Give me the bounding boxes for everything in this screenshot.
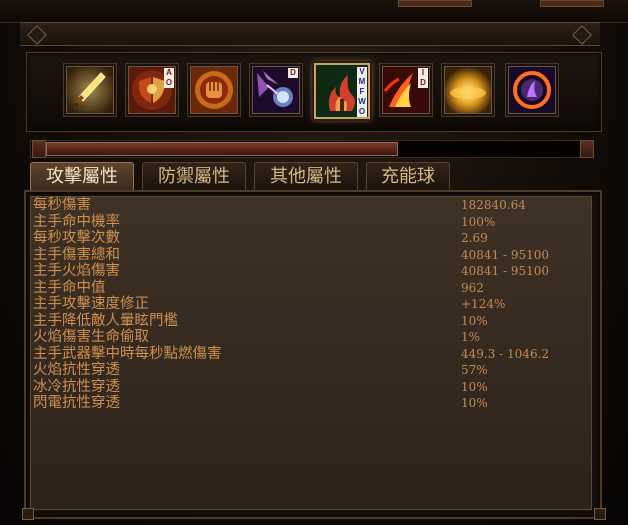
skill-slot-6[interactable]: I D bbox=[382, 66, 430, 114]
scroll-right-arrow-icon[interactable] bbox=[580, 140, 594, 158]
stat-row: 每秒傷害 182840.64 bbox=[33, 197, 583, 214]
stat-label: 主手火焰傷害 bbox=[33, 263, 120, 279]
stat-row: 主手武器擊中時每秒點燃傷害 449.3 - 1046.2 bbox=[33, 346, 583, 363]
skill-slot-3[interactable] bbox=[190, 66, 238, 114]
tab-offense[interactable]: 攻擊屬性 bbox=[30, 162, 134, 191]
skill-badge: F bbox=[357, 87, 367, 97]
window-top-edge bbox=[0, 0, 628, 23]
skill-badge: O bbox=[357, 107, 367, 117]
skill-badge: I bbox=[418, 68, 428, 78]
stat-row: 每秒攻擊次數 2.69 bbox=[33, 230, 583, 247]
skill-badge: O bbox=[164, 78, 174, 88]
stat-value: 10% bbox=[461, 396, 488, 410]
stat-value: 182840.64 bbox=[461, 198, 526, 212]
stat-label: 火焰傷害生命偷取 bbox=[33, 329, 149, 345]
stat-value: 100% bbox=[461, 214, 496, 229]
stat-value: 40841 - 95100 bbox=[461, 264, 550, 278]
stat-row: 主手命中機率 100% bbox=[33, 214, 583, 231]
sword-skill-icon bbox=[67, 67, 113, 113]
stat-label: 火焰抗性穿透 bbox=[33, 362, 120, 378]
scroll-left-arrow-icon[interactable] bbox=[32, 140, 46, 158]
stat-row: 火焰抗性穿透 57% bbox=[33, 362, 583, 379]
skill-badge: M bbox=[357, 77, 367, 87]
fist-skill-icon bbox=[191, 67, 237, 113]
stats-tab-bar: 攻擊屬性 防禦屬性 其他屬性 充能球 bbox=[30, 162, 590, 191]
stat-value: 40841 - 95100 bbox=[461, 247, 550, 262]
stat-row: 主手攻擊速度修正 +124% bbox=[33, 296, 583, 313]
top-button-left[interactable] bbox=[398, 0, 472, 7]
skill-scrollbar-thumb[interactable] bbox=[46, 142, 398, 156]
stat-label: 每秒攻擊次數 bbox=[33, 230, 120, 246]
stat-label: 每秒傷害 bbox=[33, 197, 91, 213]
stat-value: +124% bbox=[461, 297, 506, 311]
stat-row: 閃電抗性穿透 10% bbox=[33, 395, 583, 412]
skill-slot-1[interactable] bbox=[66, 66, 114, 114]
skill-badge: V bbox=[357, 67, 367, 77]
stat-row: 主手命中值 962 bbox=[33, 280, 583, 297]
corner-ornament-icon bbox=[594, 508, 606, 520]
stat-row: 主手降低敵人暈眩門檻 10% bbox=[33, 313, 583, 330]
stat-label: 主手武器擊中時每秒點燃傷害 bbox=[33, 345, 222, 362]
stat-label: 主手命中值 bbox=[33, 279, 106, 296]
stat-value: 449.3 - 1046.2 bbox=[461, 346, 550, 361]
skill-badge: D bbox=[288, 68, 298, 78]
stat-label: 主手傷害總和 bbox=[33, 246, 120, 263]
sun-burst-skill-icon bbox=[445, 67, 491, 113]
stat-value: 10% bbox=[461, 379, 488, 394]
fire-ring-skill-icon bbox=[509, 67, 555, 113]
skill-badge: A bbox=[164, 68, 174, 78]
stat-row: 主手傷害總和 40841 - 95100 bbox=[33, 247, 583, 264]
corner-ornament-icon bbox=[22, 508, 34, 520]
stat-label: 主手命中機率 bbox=[33, 213, 120, 230]
stat-row: 冰冷抗性穿透 10% bbox=[33, 379, 583, 396]
skill-slot-7[interactable] bbox=[444, 66, 492, 114]
ornament-band bbox=[20, 22, 600, 46]
stat-row: 主手火焰傷害 40841 - 95100 bbox=[33, 263, 583, 280]
stat-value: 57% bbox=[461, 363, 488, 377]
skill-slot-8[interactable] bbox=[508, 66, 556, 114]
stat-value: 962 bbox=[461, 280, 484, 295]
stat-value: 2.69 bbox=[461, 231, 488, 245]
skill-badge: D bbox=[418, 78, 428, 88]
tab-defense[interactable]: 防禦屬性 bbox=[142, 162, 246, 191]
skill-slot-4[interactable]: D bbox=[252, 66, 300, 114]
stat-value: 10% bbox=[461, 313, 488, 328]
stats-list: 每秒傷害 182840.64 主手命中機率 100% 每秒攻擊次數 2.69 主手傷害… bbox=[33, 197, 583, 412]
skill-slot-2[interactable]: A O bbox=[128, 66, 176, 114]
stat-value: 1% bbox=[461, 330, 481, 344]
tab-misc[interactable]: 其他屬性 bbox=[254, 162, 358, 191]
stat-label: 主手降低敵人暈眩門檻 bbox=[33, 312, 178, 329]
stat-label: 主手攻擊速度修正 bbox=[33, 296, 149, 312]
stat-label: 冰冷抗性穿透 bbox=[33, 378, 120, 395]
stat-label: 閃電抗性穿透 bbox=[33, 395, 120, 411]
ornament-knot-icon bbox=[572, 25, 592, 45]
ornament-knot-icon bbox=[27, 25, 47, 45]
tab-charges[interactable]: 充能球 bbox=[366, 162, 450, 191]
top-button-right[interactable] bbox=[540, 0, 604, 7]
skill-badge: W bbox=[357, 97, 367, 107]
skill-slot-5[interactable]: V M F W O bbox=[314, 63, 370, 119]
stat-row: 火焰傷害生命偷取 1% bbox=[33, 329, 583, 346]
